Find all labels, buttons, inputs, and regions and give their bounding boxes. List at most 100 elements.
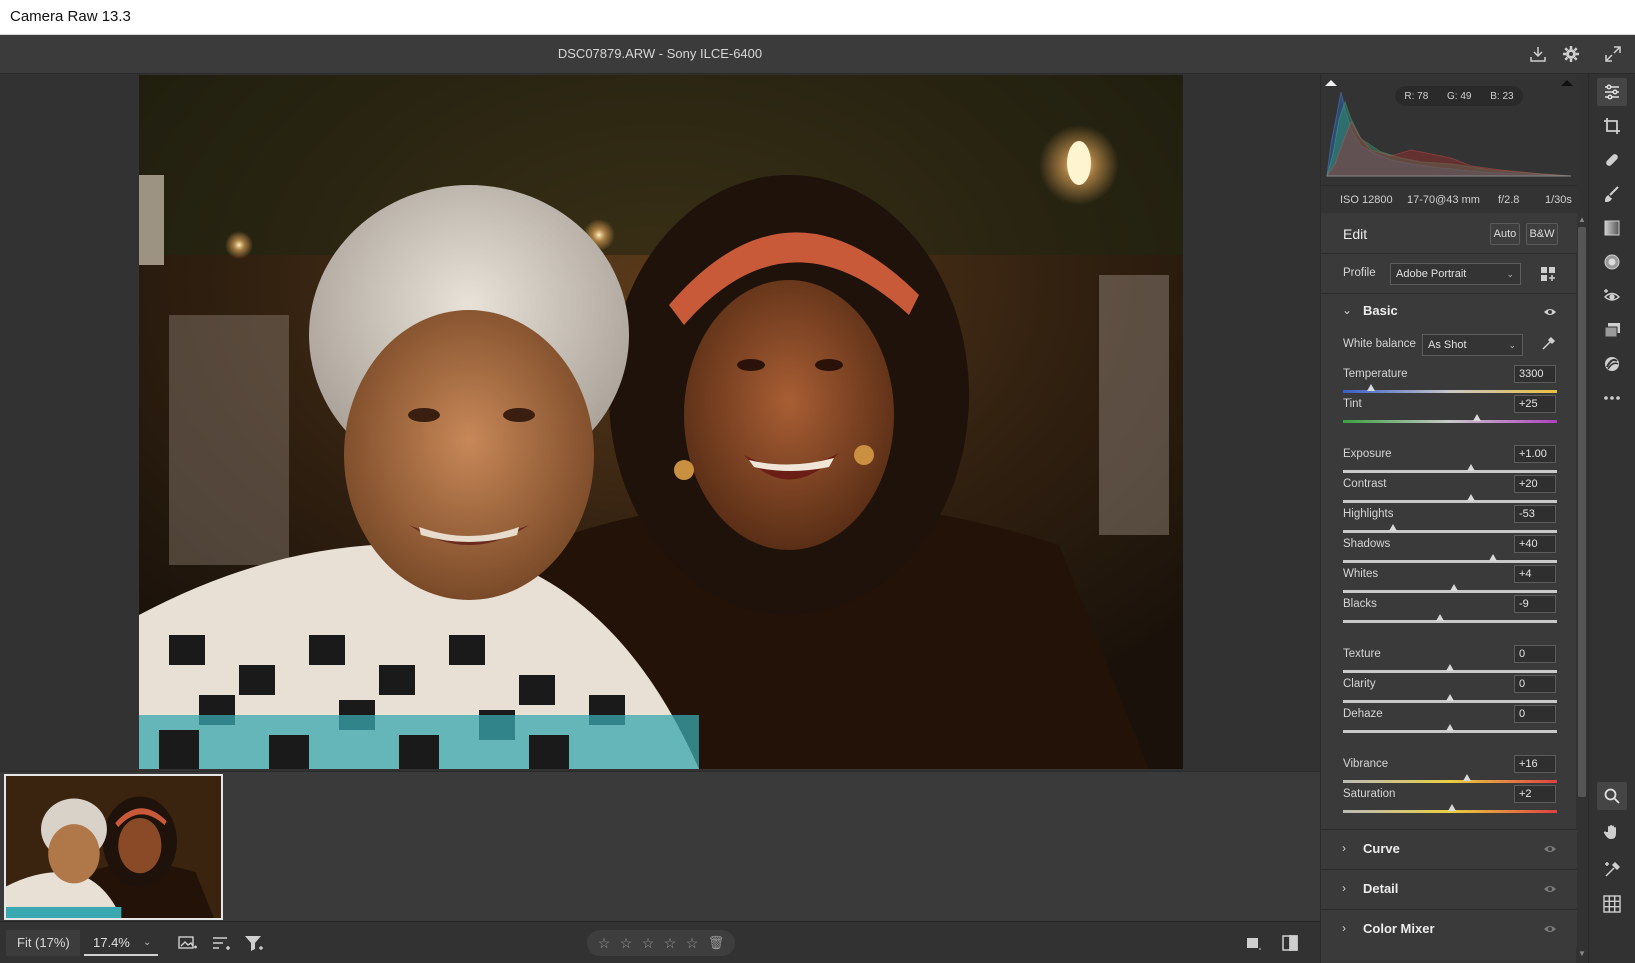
profile-select[interactable]: Adobe Portrait ⌄ — [1390, 263, 1521, 285]
fullscreen-icon[interactable] — [1602, 43, 1624, 65]
eye-icon[interactable] — [1543, 884, 1557, 894]
more-options-icon[interactable] — [1597, 384, 1627, 412]
save-icon[interactable] — [1527, 43, 1549, 65]
file-info: DSC07879.ARW - Sony ILCE-6400 — [557, 46, 763, 61]
zoom-tool-icon[interactable] — [1597, 782, 1627, 810]
eyedropper-icon[interactable] — [1540, 336, 1558, 354]
basic-section-header[interactable]: ⌄ Basic — [1321, 294, 1577, 328]
crop-icon[interactable] — [1597, 112, 1627, 140]
chevron-down-icon: ⌄ — [1342, 303, 1353, 317]
single-view-icon[interactable] — [1241, 932, 1265, 954]
slider-shadows: Shadows +40 — [1321, 535, 1577, 565]
slider-value-field[interactable]: +1.00 — [1514, 445, 1556, 463]
exif-aperture: f/2.8 — [1498, 194, 1520, 206]
white-balance-select[interactable]: As Shot ⌄ — [1422, 334, 1523, 356]
brush-icon[interactable] — [1597, 180, 1627, 208]
eye-icon[interactable] — [1543, 924, 1557, 934]
slider-thumb[interactable] — [1436, 614, 1445, 621]
star-1-icon[interactable]: ☆ — [598, 935, 611, 952]
slider-label: Temperature — [1343, 368, 1408, 380]
scrollbar-thumb[interactable] — [1578, 227, 1586, 797]
slider-label: Contrast — [1343, 478, 1387, 490]
hand-tool-icon[interactable] — [1597, 818, 1627, 846]
star-5-icon[interactable]: ☆ — [686, 935, 699, 952]
slider-track[interactable] — [1343, 560, 1557, 563]
zoom-dropdown-chevron-icon[interactable]: ⌄ — [143, 930, 151, 956]
rating-stars[interactable]: ☆ ☆ ☆ ☆ ☆ 🗑 — [587, 930, 735, 956]
chevron-right-icon: › — [1342, 841, 1346, 855]
trash-icon[interactable]: 🗑 — [708, 935, 725, 951]
star-4-icon[interactable]: ☆ — [664, 935, 677, 952]
filmstrip-view-icon[interactable] — [176, 932, 200, 954]
edit-panel: R: 78 G: 49 B: 23 ISO 12800 17-70@43 mm … — [1320, 74, 1577, 963]
panel-scrollbar[interactable]: ▲ ▼ — [1578, 215, 1586, 960]
slider-thumb[interactable] — [1389, 524, 1398, 531]
auto-button[interactable]: Auto — [1490, 223, 1520, 245]
slider-value-field[interactable]: -53 — [1514, 505, 1556, 523]
slider-thumb[interactable] — [1446, 664, 1454, 671]
red-eye-icon[interactable] — [1597, 282, 1627, 310]
detail-section-header[interactable]: › Detail — [1321, 869, 1577, 907]
filmstrip-thumbnail[interactable] — [4, 774, 223, 920]
scroll-up-icon[interactable]: ▲ — [1578, 215, 1586, 224]
slider-saturation: Saturation +2 — [1321, 785, 1577, 815]
graduated-filter-icon[interactable] — [1597, 214, 1627, 242]
bw-button[interactable]: B&W — [1526, 223, 1558, 245]
slider-track[interactable] — [1343, 530, 1557, 533]
color-mixer-section-header[interactable]: › Color Mixer — [1321, 909, 1577, 947]
sort-icon[interactable] — [209, 932, 233, 954]
slider-thumb[interactable] — [1472, 414, 1481, 421]
slider-track[interactable] — [1343, 470, 1557, 473]
snapshots-icon[interactable] — [1597, 316, 1627, 344]
slider-thumb[interactable] — [1366, 384, 1375, 391]
slider-value-field[interactable]: 3300 — [1514, 365, 1556, 383]
white-balance-value: As Shot — [1428, 339, 1467, 351]
slider-track[interactable] — [1343, 500, 1557, 503]
slider-blacks: Blacks -9 — [1321, 595, 1577, 625]
slider-value-field[interactable]: -9 — [1514, 595, 1556, 613]
slider-track[interactable] — [1343, 390, 1557, 393]
star-3-icon[interactable]: ☆ — [642, 935, 655, 952]
presets-icon[interactable] — [1597, 350, 1627, 378]
image-canvas[interactable] — [0, 74, 1320, 771]
slider-thumb[interactable] — [1467, 464, 1476, 471]
grid-overlay-icon[interactable] — [1597, 890, 1627, 918]
healing-bandage-icon[interactable] — [1597, 146, 1627, 174]
slider-value-field[interactable]: +25 — [1514, 395, 1556, 413]
eye-icon[interactable] — [1543, 307, 1557, 317]
edit-sliders-icon[interactable] — [1597, 78, 1627, 106]
slider-thumb[interactable] — [1463, 774, 1472, 781]
photo-preview[interactable] — [139, 75, 1183, 769]
gear-icon[interactable] — [1560, 43, 1582, 65]
slider-value-field[interactable]: +16 — [1514, 755, 1556, 773]
window-title: Camera Raw 13.3 — [10, 8, 131, 25]
slider-track[interactable] — [1343, 620, 1557, 623]
radial-filter-icon[interactable] — [1597, 248, 1627, 276]
slider-thumb[interactable] — [1446, 724, 1454, 731]
eye-icon[interactable] — [1543, 844, 1557, 854]
slider-value-field[interactable]: 0 — [1514, 705, 1556, 723]
scroll-down-icon[interactable]: ▼ — [1578, 949, 1586, 958]
curve-section-header[interactable]: › Curve — [1321, 829, 1577, 867]
slider-thumb[interactable] — [1448, 804, 1457, 811]
slider-thumb[interactable] — [1446, 694, 1454, 701]
slider-track[interactable] — [1343, 420, 1557, 423]
slider-value-field[interactable]: 0 — [1514, 645, 1556, 663]
slider-contrast: Contrast +20 — [1321, 475, 1577, 505]
color-sampler-icon[interactable] — [1597, 856, 1627, 884]
slider-value-field[interactable]: 0 — [1514, 675, 1556, 693]
slider-thumb[interactable] — [1467, 494, 1476, 501]
slider-thumb[interactable] — [1488, 554, 1497, 561]
filter-icon[interactable] — [242, 932, 266, 954]
before-after-icon[interactable] — [1278, 932, 1302, 954]
fit-zoom-button[interactable]: Fit (17%) — [6, 930, 80, 956]
profile-browser-icon[interactable] — [1540, 266, 1556, 282]
slider-value-field[interactable]: +20 — [1514, 475, 1556, 493]
exif-iso: ISO 12800 — [1340, 194, 1393, 206]
slider-value-field[interactable]: +4 — [1514, 565, 1556, 583]
slider-value-field[interactable]: +2 — [1514, 785, 1556, 803]
slider-thumb[interactable] — [1450, 584, 1459, 591]
slider-value-field[interactable]: +40 — [1514, 535, 1556, 553]
star-2-icon[interactable]: ☆ — [620, 935, 633, 952]
slider-track[interactable] — [1343, 780, 1557, 783]
